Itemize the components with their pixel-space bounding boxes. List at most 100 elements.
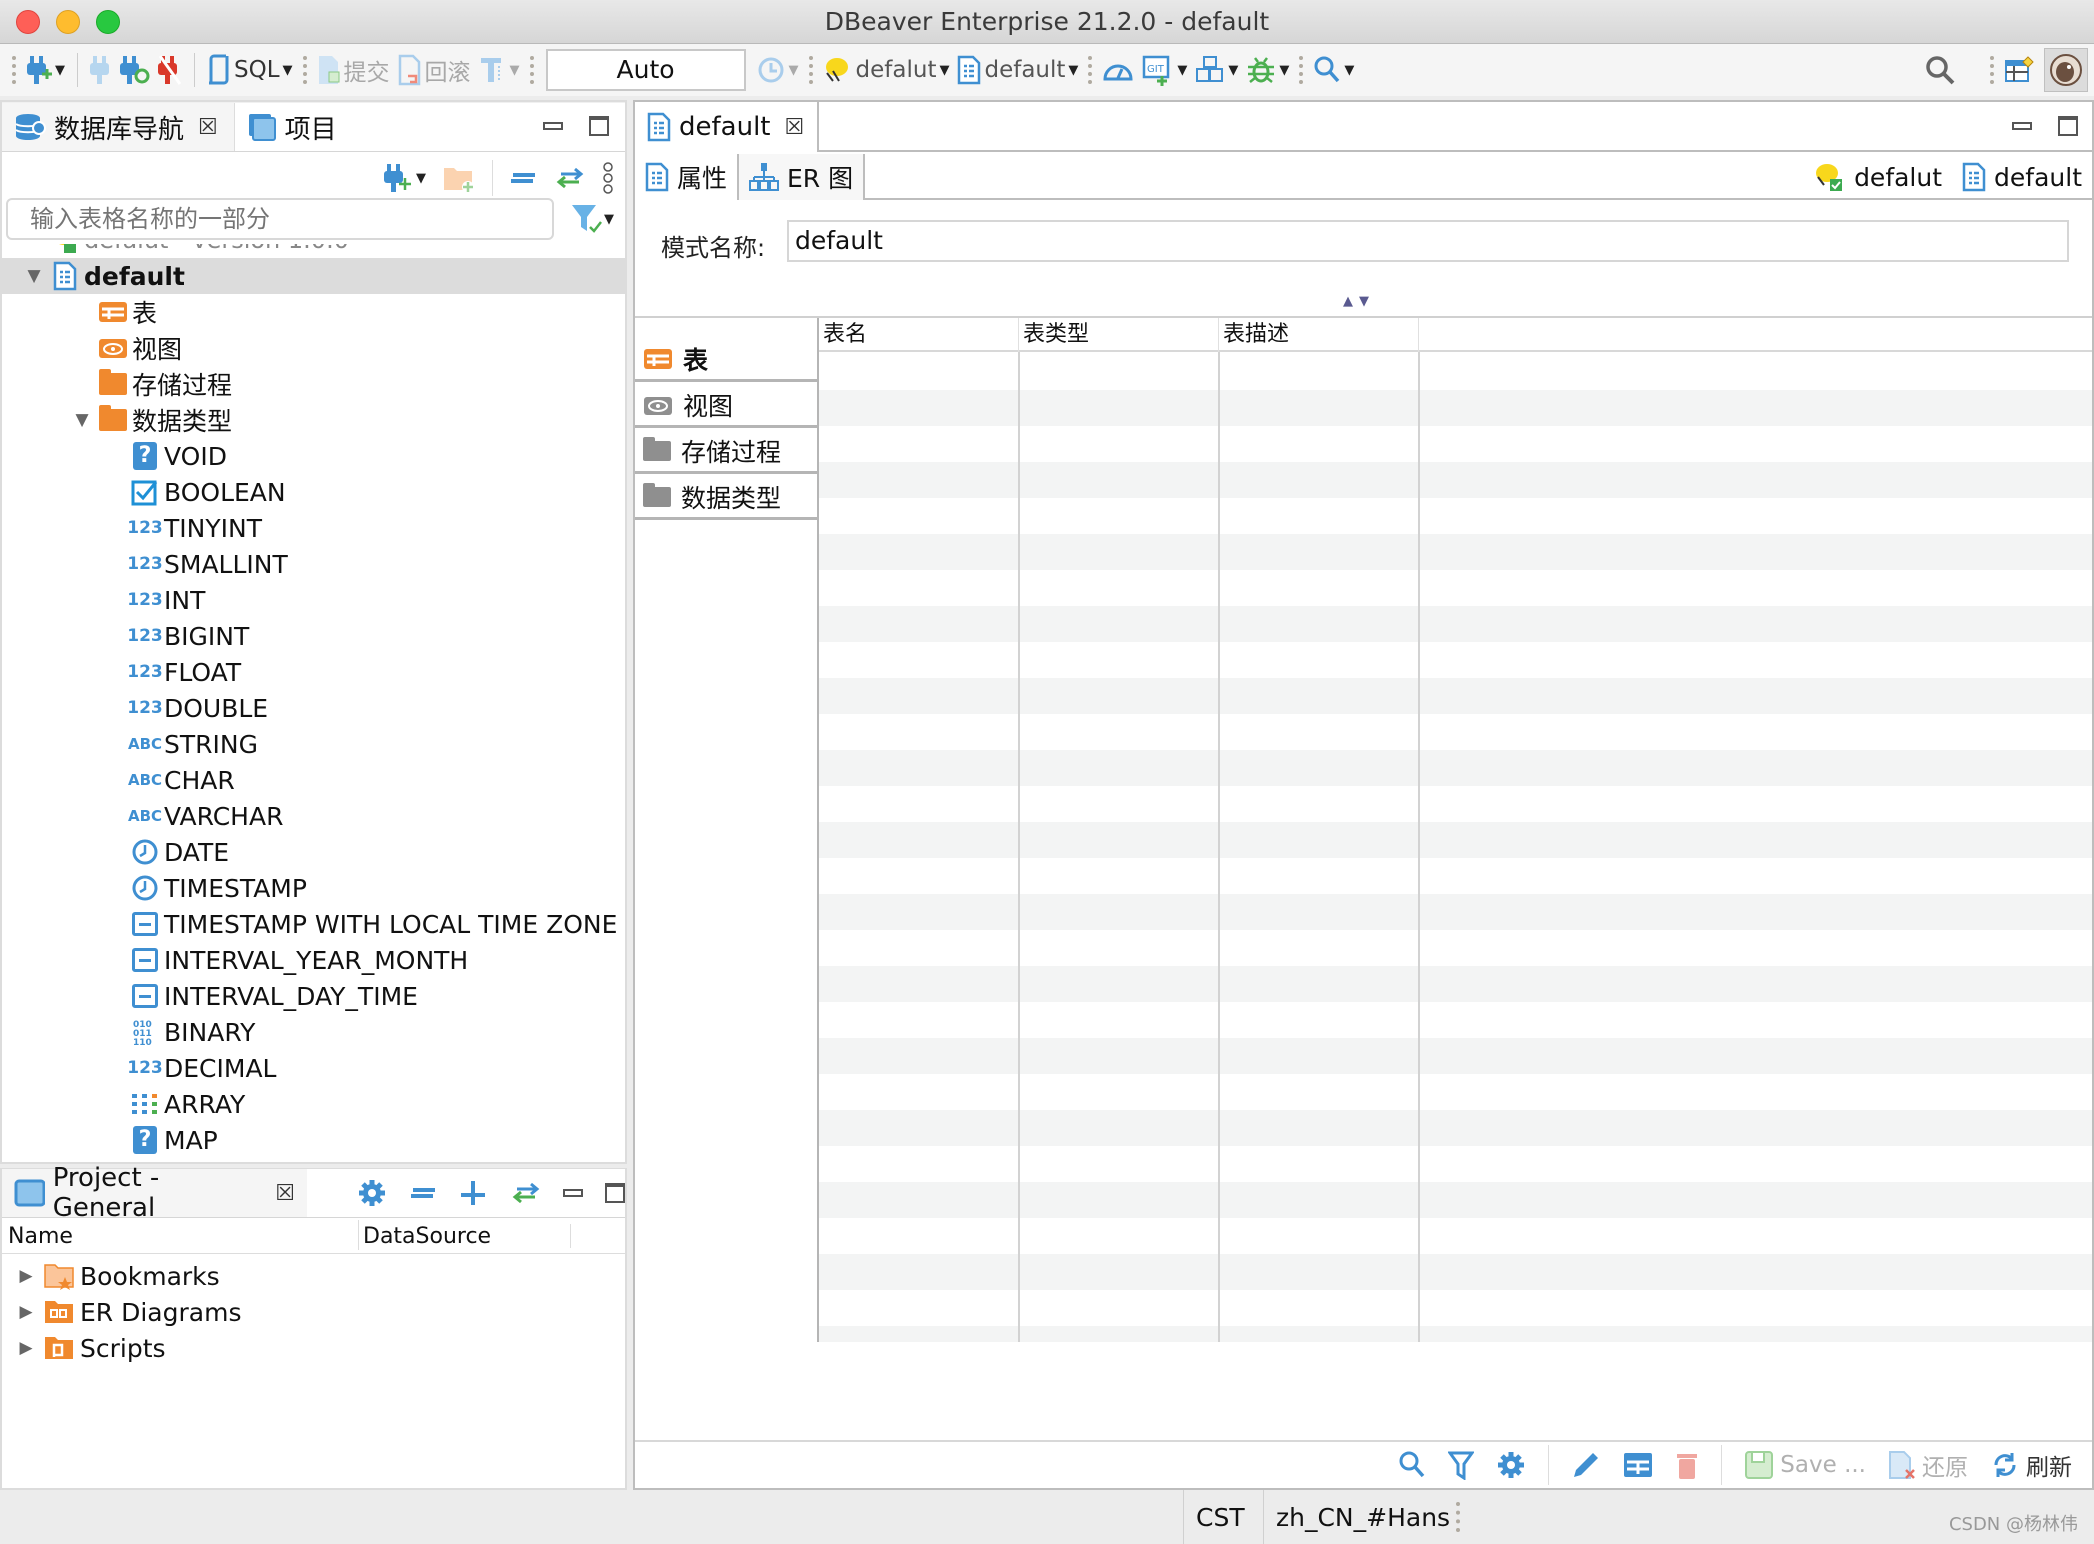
subtab-properties[interactable]: 属性 (635, 154, 740, 200)
collapse-all-icon[interactable] (509, 168, 537, 188)
reconnect-button[interactable] (116, 50, 154, 90)
tree-item[interactable]: 010 011 110 BINARY (130, 1014, 255, 1050)
search-menu-button[interactable]: ▼ (1309, 50, 1358, 90)
category-tables[interactable]: 表 (635, 338, 817, 382)
column-header-table-name[interactable]: 表名 (819, 318, 1019, 352)
tree-item[interactable]: ▼ 数据类型 (75, 402, 232, 438)
trash-icon[interactable] (1675, 1450, 1699, 1480)
column-header-table-type[interactable]: 表类型 (1019, 318, 1219, 352)
table-filter-input[interactable] (6, 198, 554, 240)
close-tab-icon[interactable]: ☒ (275, 1181, 295, 1206)
tree-item[interactable]: 存储过程 (98, 366, 232, 402)
close-tab-icon[interactable]: ☒ (198, 115, 218, 140)
toolbar-grip[interactable] (12, 56, 16, 84)
transaction-mode-button[interactable]: Auto (545, 49, 746, 91)
expand-toggle-icon[interactable]: ▶ (16, 1266, 36, 1286)
column-datasource-header[interactable]: DataSource (358, 1220, 491, 1250)
category-procedures[interactable]: 存储过程 (635, 430, 817, 474)
active-schema-selector[interactable]: default ▼ (953, 50, 1082, 90)
minimize-panel-button[interactable] (563, 1189, 583, 1197)
link-with-editor-icon[interactable] (509, 1181, 541, 1205)
new-connection-button[interactable]: ▼ (22, 50, 69, 90)
tree-item[interactable]: ABC STRING (128, 726, 258, 762)
category-views[interactable]: 视图 (635, 384, 817, 428)
tree-item[interactable]: ABC VARCHAR (128, 798, 284, 834)
save-button[interactable]: Save ... (1744, 1450, 1866, 1480)
expand-toggle-icon[interactable]: ▶ (16, 1302, 36, 1322)
commit-button[interactable]: 提交 (313, 50, 394, 90)
tree-item[interactable]: 123 DOUBLE (127, 690, 268, 726)
history-button[interactable]: ▼ (752, 50, 803, 90)
revert-button[interactable]: 还原 (1888, 1448, 1968, 1482)
active-datasource-selector[interactable]: defalut ▼ (819, 50, 954, 90)
debug-button[interactable]: ▼ (1242, 50, 1293, 90)
tree-item[interactable]: DATE (130, 834, 229, 870)
close-window-button[interactable] (16, 10, 40, 34)
chevron-down-icon[interactable]: ▼ (1177, 63, 1187, 78)
minimize-window-button[interactable] (56, 10, 80, 34)
editor-datasource-link[interactable]: defalut (1804, 154, 1952, 200)
tree-item[interactable]: BOOLEAN (130, 474, 286, 510)
tab-project-general[interactable]: Project - General ☒ (2, 1163, 307, 1223)
schema-name-field[interactable]: default (787, 220, 2069, 262)
chevron-down-icon[interactable]: ▼ (416, 171, 426, 186)
chevron-down-icon[interactable]: ▼ (1344, 63, 1354, 78)
connect-button[interactable] (86, 50, 116, 90)
gear-icon[interactable] (357, 1178, 387, 1208)
refresh-button[interactable]: 刷新 (1990, 1448, 2072, 1482)
chevron-down-icon[interactable]: ▼ (1279, 63, 1289, 78)
transaction-log-button[interactable]: ▼ (475, 50, 524, 90)
tree-item[interactable]: 表 (98, 294, 157, 330)
new-connection-button[interactable]: ▼ (384, 162, 426, 194)
expand-add-icon[interactable] (459, 1179, 487, 1207)
column-header-table-description[interactable]: 表描述 (1219, 318, 1419, 352)
zoom-window-button[interactable] (96, 10, 120, 34)
tree-item[interactable]: TIMESTAMP (130, 870, 307, 906)
chevron-down-icon[interactable]: ▼ (510, 63, 520, 78)
expand-toggle-icon[interactable]: ▶ (16, 1338, 36, 1358)
maximize-panel-button[interactable] (589, 116, 609, 136)
sash-toggle[interactable]: ▲▼ (1343, 294, 1375, 309)
tree-item[interactable]: INTERVAL_YEAR_MONTH (130, 942, 468, 978)
sql-editor-button[interactable]: SQL ▼ (203, 50, 297, 90)
dbeaver-perspective-button[interactable] (2044, 48, 2088, 92)
tree-item[interactable]: 123 INT (127, 582, 205, 618)
tree-item[interactable]: ? MAP (130, 1122, 218, 1158)
chevron-down-icon[interactable]: ▼ (789, 63, 799, 78)
project-tree-item[interactable]: ▶ Bookmarks (16, 1258, 219, 1294)
tree-item[interactable]: ? VOID (130, 438, 227, 474)
link-with-editor-icon[interactable] (553, 166, 585, 190)
column-name-header[interactable]: Name (8, 1224, 73, 1249)
subtab-er-diagram[interactable]: ER 图 (739, 154, 866, 200)
filter-options-button[interactable]: ▼ (570, 202, 614, 236)
tree-item[interactable]: 123 TINYINT (127, 510, 262, 546)
tab-default-editor[interactable]: default ☒ (635, 102, 819, 152)
search-icon[interactable] (1398, 1450, 1426, 1480)
filter-icon[interactable] (1448, 1450, 1475, 1480)
rollback-button[interactable]: 回滚 (394, 50, 475, 90)
grid-layout-icon[interactable] (1623, 1452, 1653, 1478)
deploy-button[interactable]: ▼ (1191, 50, 1242, 90)
tree-item[interactable]: TIMESTAMP WITH LOCAL TIME ZONE (130, 906, 617, 942)
tree-item[interactable]: STRUCT (130, 1158, 264, 1163)
tree-item[interactable]: 123 BIGINT (127, 618, 249, 654)
collapse-all-icon[interactable] (409, 1183, 437, 1203)
editor-schema-link[interactable]: default (1952, 154, 2092, 200)
minimize-editor-button[interactable] (2012, 122, 2032, 130)
project-tree-item[interactable]: ▶ ER Diagrams (16, 1294, 241, 1330)
minimize-panel-button[interactable] (543, 122, 563, 130)
close-tab-icon[interactable]: ☒ (784, 115, 804, 140)
expand-toggle-icon[interactable]: ▼ (24, 266, 44, 286)
dashboard-button[interactable] (1098, 50, 1138, 90)
tree-item[interactable]: 123 SMALLINT (127, 546, 288, 582)
category-data-types[interactable]: 数据类型 (635, 476, 817, 520)
tree-item[interactable]: ABC CHAR (128, 762, 235, 798)
tree-item[interactable]: INTERVAL_DAY_TIME (130, 978, 418, 1014)
tree-item[interactable]: ARRAY (130, 1086, 245, 1122)
chevron-down-icon[interactable]: ▼ (55, 63, 65, 78)
expand-toggle-icon[interactable]: ▼ (72, 410, 92, 430)
view-menu-icon[interactable] (601, 161, 615, 195)
disconnect-button[interactable] (154, 50, 186, 90)
project-tree-item[interactable]: ▶ Scripts (16, 1330, 165, 1366)
tree-item[interactable]: 123 DECIMAL (127, 1050, 276, 1086)
